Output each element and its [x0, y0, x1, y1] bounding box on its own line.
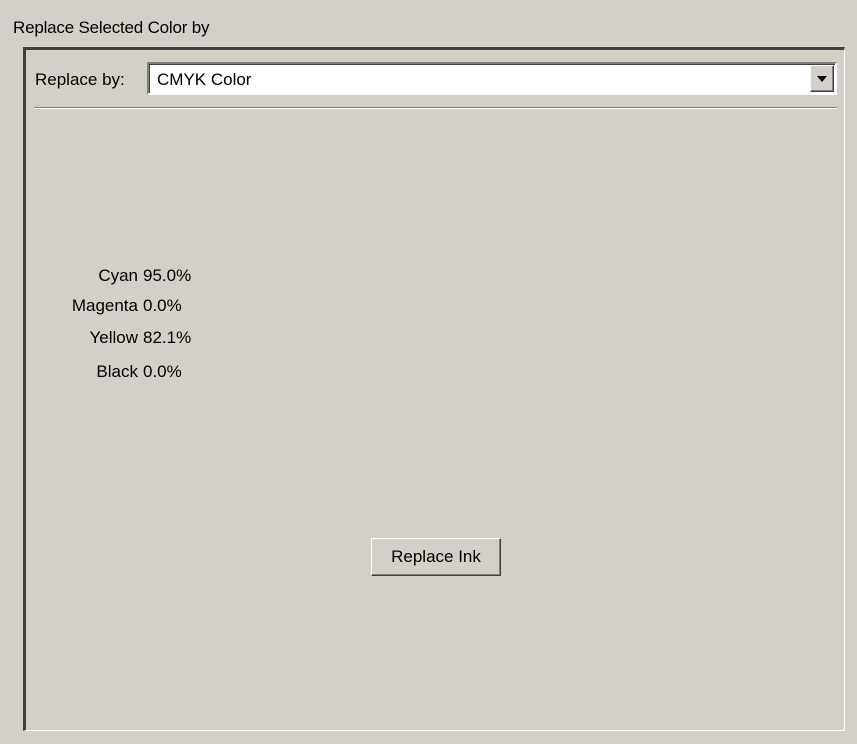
ink-row-cyan: Cyan 95.0% — [0, 264, 260, 288]
ink-name: Yellow — [89, 328, 138, 347]
replace-by-label: Replace by: — [35, 70, 125, 89]
ink-value: 0.0% — [143, 296, 182, 315]
group-panel — [23, 47, 845, 731]
ink-name: Black — [96, 362, 138, 381]
ink-value: 0.0% — [143, 362, 182, 381]
ink-name: Cyan — [98, 266, 138, 285]
ink-name: Magenta — [71, 296, 138, 315]
ink-value: 95.0% — [143, 266, 192, 285]
ink-row-magenta: Magenta 0.0% — [0, 294, 260, 318]
ink-row-yellow: Yellow 82.1% — [0, 326, 260, 350]
replace-by-selected-value: CMYK Color — [157, 70, 252, 89]
chevron-down-icon[interactable] — [810, 65, 834, 92]
replace-by-select[interactable]: CMYK Color — [147, 62, 837, 95]
separator — [34, 107, 837, 109]
group-title: Replace Selected Color by — [13, 18, 210, 37]
ink-row-black: Black 0.0% — [0, 360, 260, 384]
replace-ink-button[interactable]: Replace Ink — [371, 538, 501, 576]
ink-value: 82.1% — [143, 328, 192, 347]
